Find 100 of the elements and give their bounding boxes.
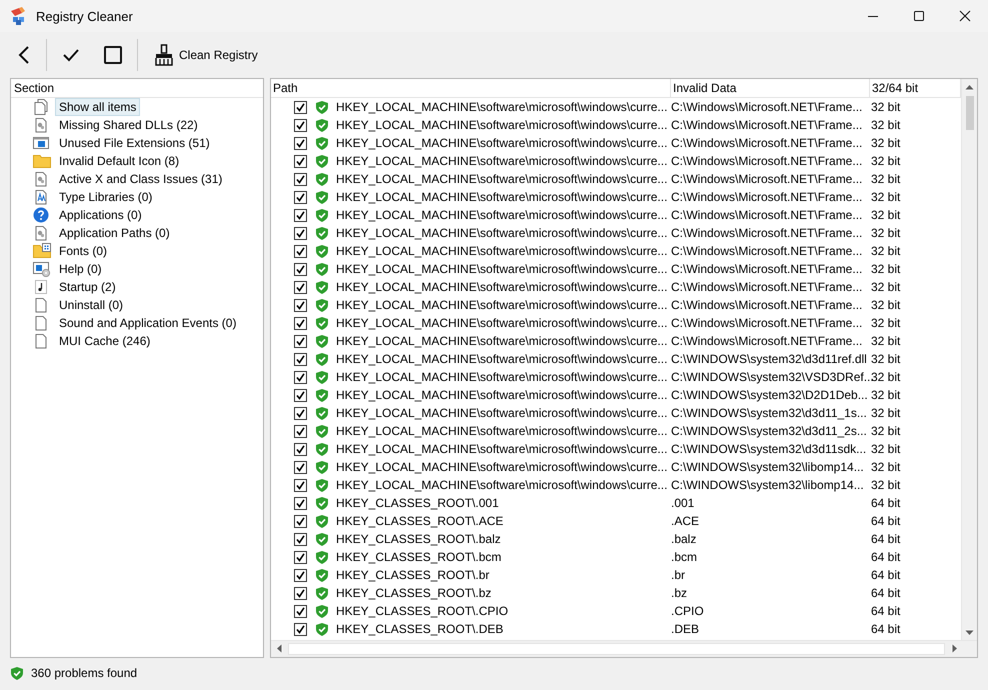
row-checkbox[interactable]: [294, 136, 307, 150]
row-checkbox[interactable]: [294, 442, 307, 456]
shield-icon: [315, 316, 329, 330]
row-checkbox[interactable]: [294, 424, 307, 438]
table-cell-text: HKEY_LOCAL_MACHINE\software\microsoft\windows\curre...: [336, 478, 668, 492]
scroll-down-icon[interactable]: [965, 630, 974, 636]
shield-icon: [315, 496, 329, 510]
vertical-scrollbar[interactable]: [961, 79, 977, 640]
table-cell-text: 32 bit: [871, 460, 902, 474]
scroll-left-icon[interactable]: [276, 644, 282, 653]
gear-document-icon: [33, 171, 49, 187]
table-cell-text: C:\Windows\Microsoft.NET\Frame...: [671, 226, 864, 240]
shield-icon: [315, 190, 329, 204]
row-checkbox[interactable]: [294, 280, 307, 294]
section-item[interactable]: Invalid Default Icon (8): [55, 152, 184, 170]
scroll-up-icon[interactable]: [965, 84, 974, 90]
shield-icon: [315, 136, 329, 150]
table-cell-text: 32 bit: [871, 172, 902, 186]
table-cell-text: HKEY_CLASSES_ROOT\.DEB: [336, 622, 504, 636]
column-header[interactable]: Path: [271, 79, 671, 97]
section-item[interactable]: Help (0): [55, 260, 106, 278]
table-cell-text: HKEY_LOCAL_MACHINE\software\microsoft\windows\curre...: [336, 370, 668, 384]
row-checkbox[interactable]: [294, 316, 307, 330]
row-checkbox[interactable]: [294, 604, 307, 618]
row-checkbox[interactable]: [294, 496, 307, 510]
document-icon: [33, 315, 49, 331]
shield-icon: [315, 514, 329, 528]
row-checkbox[interactable]: [294, 262, 307, 276]
app-logo-icon: [9, 7, 27, 25]
clean-registry-button[interactable]: Clean Registry: [150, 42, 261, 68]
table-cell-text: 32 bit: [871, 244, 902, 258]
row-checkbox[interactable]: [294, 406, 307, 420]
section-item[interactable]: Application Paths (0): [55, 224, 174, 242]
scroll-right-icon[interactable]: [952, 644, 958, 653]
row-checkbox[interactable]: [294, 208, 307, 222]
table-cell-text: HKEY_LOCAL_MACHINE\software\microsoft\windows\curre...: [336, 406, 668, 420]
shield-icon: [315, 208, 329, 222]
close-icon[interactable]: [959, 10, 971, 22]
column-header[interactable]: Invalid Data: [671, 79, 870, 97]
table-cell-text: HKEY_CLASSES_ROOT\.balz: [336, 532, 502, 546]
row-checkbox[interactable]: [294, 190, 307, 204]
table-cell-text: HKEY_LOCAL_MACHINE\software\microsoft\windows\curre...: [336, 262, 668, 276]
row-checkbox[interactable]: [294, 586, 307, 600]
horizontal-scrollbar[interactable]: [271, 640, 977, 657]
table-cell-text: 64 bit: [871, 496, 902, 510]
table-cell-text: C:\Windows\Microsoft.NET\Frame...: [671, 154, 864, 168]
row-checkbox[interactable]: [294, 118, 307, 132]
row-checkbox[interactable]: [294, 244, 307, 258]
shield-icon: [315, 622, 329, 636]
table-cell-text: C:\Windows\Microsoft.NET\Frame...: [671, 280, 864, 294]
row-checkbox[interactable]: [294, 478, 307, 492]
shield-icon: [315, 352, 329, 366]
section-item[interactable]: Type Libraries (0): [55, 188, 156, 206]
column-header[interactable]: Section: [11, 81, 54, 95]
row-checkbox[interactable]: [294, 172, 307, 186]
section-item[interactable]: MUI Cache (246): [55, 332, 154, 350]
table-cell-text: 32 bit: [871, 478, 902, 492]
table-cell-text: HKEY_LOCAL_MACHINE\software\microsoft\windows\curre...: [336, 280, 668, 294]
select-none-button[interactable]: [101, 44, 125, 66]
table-cell-text: 64 bit: [871, 568, 902, 582]
table-cell-text: 32 bit: [871, 262, 902, 276]
row-checkbox[interactable]: [294, 100, 307, 114]
shield-icon: [315, 406, 329, 420]
section-item[interactable]: Missing Shared DLLs (22): [55, 116, 202, 134]
section-item[interactable]: Uninstall (0): [55, 296, 128, 314]
table-cell-text: 32 bit: [871, 226, 902, 240]
row-checkbox[interactable]: [294, 334, 307, 348]
section-item[interactable]: Startup (2): [55, 278, 120, 296]
table-cell-text: 64 bit: [871, 532, 902, 546]
section-item[interactable]: Active X and Class Issues (31): [55, 170, 226, 188]
row-checkbox[interactable]: [294, 226, 307, 240]
table-cell-text: 32 bit: [871, 298, 902, 312]
gear-document-icon: [33, 117, 49, 133]
row-checkbox[interactable]: [294, 154, 307, 168]
back-icon: [17, 45, 31, 65]
row-checkbox[interactable]: [294, 298, 307, 312]
scrollbar-thumb[interactable]: [966, 96, 974, 130]
table-cell-text: 32 bit: [871, 118, 902, 132]
table-cell-text: 64 bit: [871, 586, 902, 600]
section-item[interactable]: Applications (0): [55, 206, 146, 224]
table-cell-text: C:\WINDOWS\system32\d3d11ref.dll: [671, 352, 868, 366]
row-checkbox[interactable]: [294, 532, 307, 546]
row-checkbox[interactable]: [294, 388, 307, 402]
row-checkbox[interactable]: [294, 622, 307, 636]
section-item[interactable]: Show all items: [55, 98, 140, 116]
section-item[interactable]: Fonts (0): [55, 242, 112, 260]
section-item[interactable]: Sound and Application Events (0): [55, 314, 240, 332]
table-cell-text: C:\WINDOWS\system32\D2D1Deb...: [671, 388, 869, 402]
row-checkbox[interactable]: [294, 352, 307, 366]
maximize-icon[interactable]: [913, 10, 925, 22]
shield-icon: [315, 442, 329, 456]
table-cell-text: HKEY_LOCAL_MACHINE\software\microsoft\windows\curre...: [336, 118, 668, 132]
table-cell-text: .001: [671, 496, 696, 510]
row-checkbox[interactable]: [294, 550, 307, 564]
row-checkbox[interactable]: [294, 568, 307, 582]
row-checkbox[interactable]: [294, 460, 307, 474]
section-item[interactable]: Unused File Extensions (51): [55, 134, 214, 152]
row-checkbox[interactable]: [294, 370, 307, 384]
table-cell-text: C:\Windows\Microsoft.NET\Frame...: [671, 190, 864, 204]
row-checkbox[interactable]: [294, 514, 307, 528]
